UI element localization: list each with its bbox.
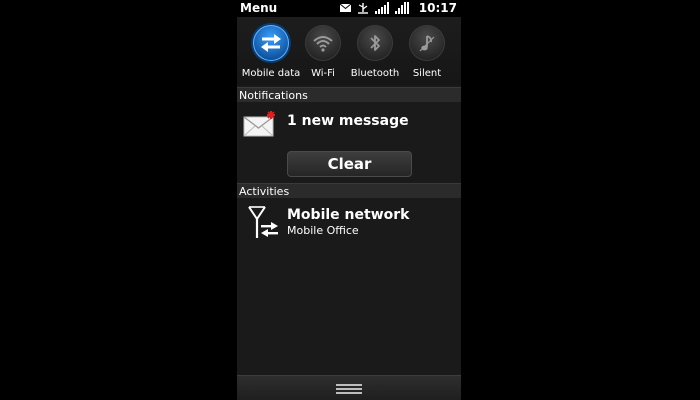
activities-header: Activities xyxy=(237,183,461,198)
notification-new-message[interactable]: 1 new message xyxy=(237,104,461,144)
envelope-icon xyxy=(339,4,351,12)
silent-icon xyxy=(419,35,435,52)
status-time: 10:17 xyxy=(418,1,457,15)
drag-handle-icon xyxy=(336,384,362,394)
wifi-icon xyxy=(313,36,333,52)
bottom-bar[interactable] xyxy=(237,375,461,400)
toggle-mobile-data-circle xyxy=(253,25,289,61)
quick-toggles: Mobile data Wi-Fi Bluetooth Silent xyxy=(237,17,461,85)
envelope-icon xyxy=(243,111,275,137)
phone-screen: Menu 10:17 Mobile data Wi-Fi Bluetooth S… xyxy=(237,0,461,400)
toggle-bluetooth-circle xyxy=(357,25,393,61)
status-icons: 10:17 xyxy=(339,1,457,15)
activity-subtitle: Mobile Office xyxy=(287,224,359,237)
menu-label[interactable]: Menu xyxy=(240,1,277,15)
network-antenna-icon xyxy=(248,206,278,238)
signal-icon xyxy=(374,2,389,14)
toggle-wifi-circle xyxy=(305,25,341,61)
toggle-silent-label: Silent xyxy=(412,68,442,79)
toggle-silent-circle xyxy=(409,25,445,61)
status-bar: Menu 10:17 xyxy=(237,0,461,17)
usb-icon xyxy=(357,3,368,14)
notification-text: 1 new message xyxy=(287,113,409,129)
activity-title: Mobile network xyxy=(287,207,410,223)
clear-button[interactable]: Clear xyxy=(287,151,412,177)
toggle-silent[interactable]: Silent xyxy=(399,25,455,83)
data-transfer-icon xyxy=(261,34,281,52)
battery-icon xyxy=(394,2,409,14)
notifications-header: Notifications xyxy=(237,87,461,102)
activity-mobile-network[interactable]: Mobile network Mobile Office xyxy=(237,200,461,244)
bluetooth-icon xyxy=(370,35,380,51)
unread-badge-icon xyxy=(267,111,275,119)
